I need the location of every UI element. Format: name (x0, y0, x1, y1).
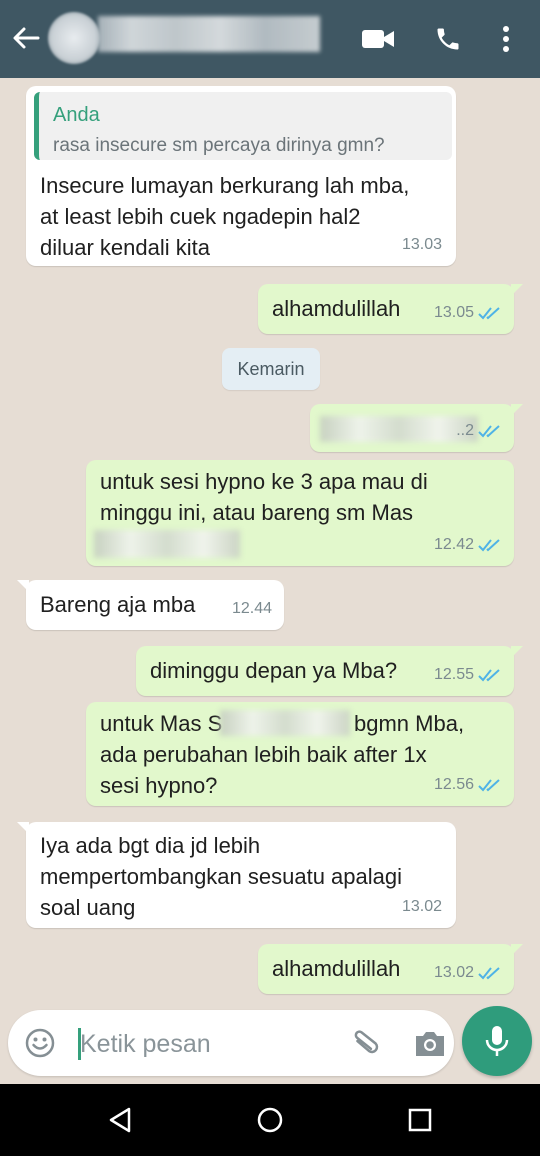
more-vert-icon[interactable] (488, 22, 524, 56)
contact-avatar[interactable] (48, 12, 100, 64)
outgoing-message[interactable]: alhamdulillah 13.02 (258, 944, 523, 994)
message-input[interactable] (80, 1028, 330, 1060)
read-ticks-icon (478, 424, 500, 437)
chat-header (0, 0, 540, 78)
redacted-content (94, 530, 240, 558)
message-meta: 13.02 (402, 891, 442, 922)
message-line: at least lebih cuek ngadepin hal2 (40, 204, 361, 229)
message-line: diluar kendali kita (40, 235, 210, 260)
quote-author: Anda (53, 104, 100, 126)
read-ticks-icon (478, 668, 500, 681)
message-time: 12.42 (433, 536, 474, 553)
message-time: 12.56 (433, 776, 474, 793)
paperclip-icon[interactable] (346, 1026, 382, 1062)
read-ticks-icon (478, 778, 500, 791)
message-composer (8, 1010, 454, 1076)
read-ticks-icon (478, 538, 500, 551)
message-line: soal uang (40, 895, 136, 920)
recents-square-icon[interactable] (402, 1102, 438, 1138)
outgoing-message[interactable]: alhamdulillah 13.05 (258, 284, 523, 334)
message-line: Insecure lumayan berkurang lah mba, (40, 173, 410, 198)
message-line: alhamdulillah (272, 296, 401, 321)
message-time: ..2 (456, 422, 474, 439)
message-line: Iya ada bgt dia jd lebih (40, 833, 261, 858)
message-meta: 12.55 (434, 659, 502, 690)
redacted-content (220, 710, 350, 736)
message-meta: 12.42 (434, 529, 502, 560)
message-line: alhamdulillah (272, 956, 401, 981)
message-list[interactable]: Anda rasa insecure sm percaya dirinya gm… (0, 78, 540, 1008)
incoming-message[interactable]: Iya ada bgt dia jd lebih mempertombangka… (17, 822, 456, 928)
message-meta: 13.03 (402, 229, 442, 260)
message-time: 13.05 (433, 304, 474, 321)
microphone-button[interactable] (462, 1006, 532, 1076)
message-line: diminggu depan ya Mba? (150, 658, 398, 683)
message-time: 13.03 (401, 236, 442, 253)
outgoing-message[interactable]: untuk sesi hypno ke 3 apa mau di minggu … (86, 460, 514, 566)
read-ticks-icon (478, 966, 500, 979)
message-line: minggu ini, atau bareng sm Mas (100, 500, 414, 525)
outgoing-message[interactable]: diminggu depan ya Mba? 12.55 (136, 646, 523, 696)
message-line: bgmn Mba, (354, 711, 465, 736)
outgoing-message[interactable]: untuk Mas S bgmn Mba, ada perubahan lebi… (86, 702, 514, 806)
message-time: 12.44 (231, 600, 272, 617)
message-time: 13.02 (401, 898, 442, 915)
outgoing-message[interactable]: ..2 (310, 404, 523, 452)
message-line: ada perubahan lebih baik after 1x (100, 742, 427, 767)
microphone-icon (485, 1026, 509, 1056)
incoming-message[interactable]: Bareng aja mba 12.44 (17, 580, 284, 630)
video-call-icon[interactable] (360, 22, 396, 56)
message-meta: 12.56 (434, 769, 502, 800)
message-line: sesi hypno? (100, 773, 218, 798)
message-line: Bareng aja mba (40, 592, 196, 617)
message-line: untuk sesi hypno ke 3 apa mau di (100, 469, 428, 494)
emoji-icon[interactable] (24, 1027, 56, 1059)
system-navigation-bar (0, 1084, 540, 1156)
home-circle-icon[interactable] (252, 1102, 288, 1138)
contact-name[interactable] (98, 16, 320, 52)
message-line: mempertombangkan sesuatu apalagi (40, 864, 403, 889)
quote-text: rasa insecure sm percaya dirinya gmn? (53, 135, 385, 156)
message-time: 13.02 (433, 964, 474, 981)
message-meta: 13.05 (434, 297, 502, 328)
message-time: 12.55 (433, 666, 474, 683)
message-meta: 12.44 (232, 593, 272, 624)
incoming-message[interactable]: Anda rasa insecure sm percaya dirinya gm… (26, 86, 456, 266)
arrow-left-icon[interactable] (10, 20, 42, 56)
phone-icon[interactable] (430, 22, 466, 56)
read-ticks-icon (478, 306, 500, 319)
date-separator: Kemarin (222, 348, 320, 390)
message-meta: 13.02 (434, 957, 502, 988)
message-line: untuk Mas S (100, 711, 223, 736)
camera-icon[interactable] (412, 1028, 448, 1060)
message-meta: ..2 (456, 415, 502, 446)
redacted-content (320, 416, 478, 442)
quoted-message[interactable]: Anda rasa insecure sm percaya dirinya gm… (34, 92, 452, 160)
back-triangle-icon[interactable] (102, 1102, 138, 1138)
